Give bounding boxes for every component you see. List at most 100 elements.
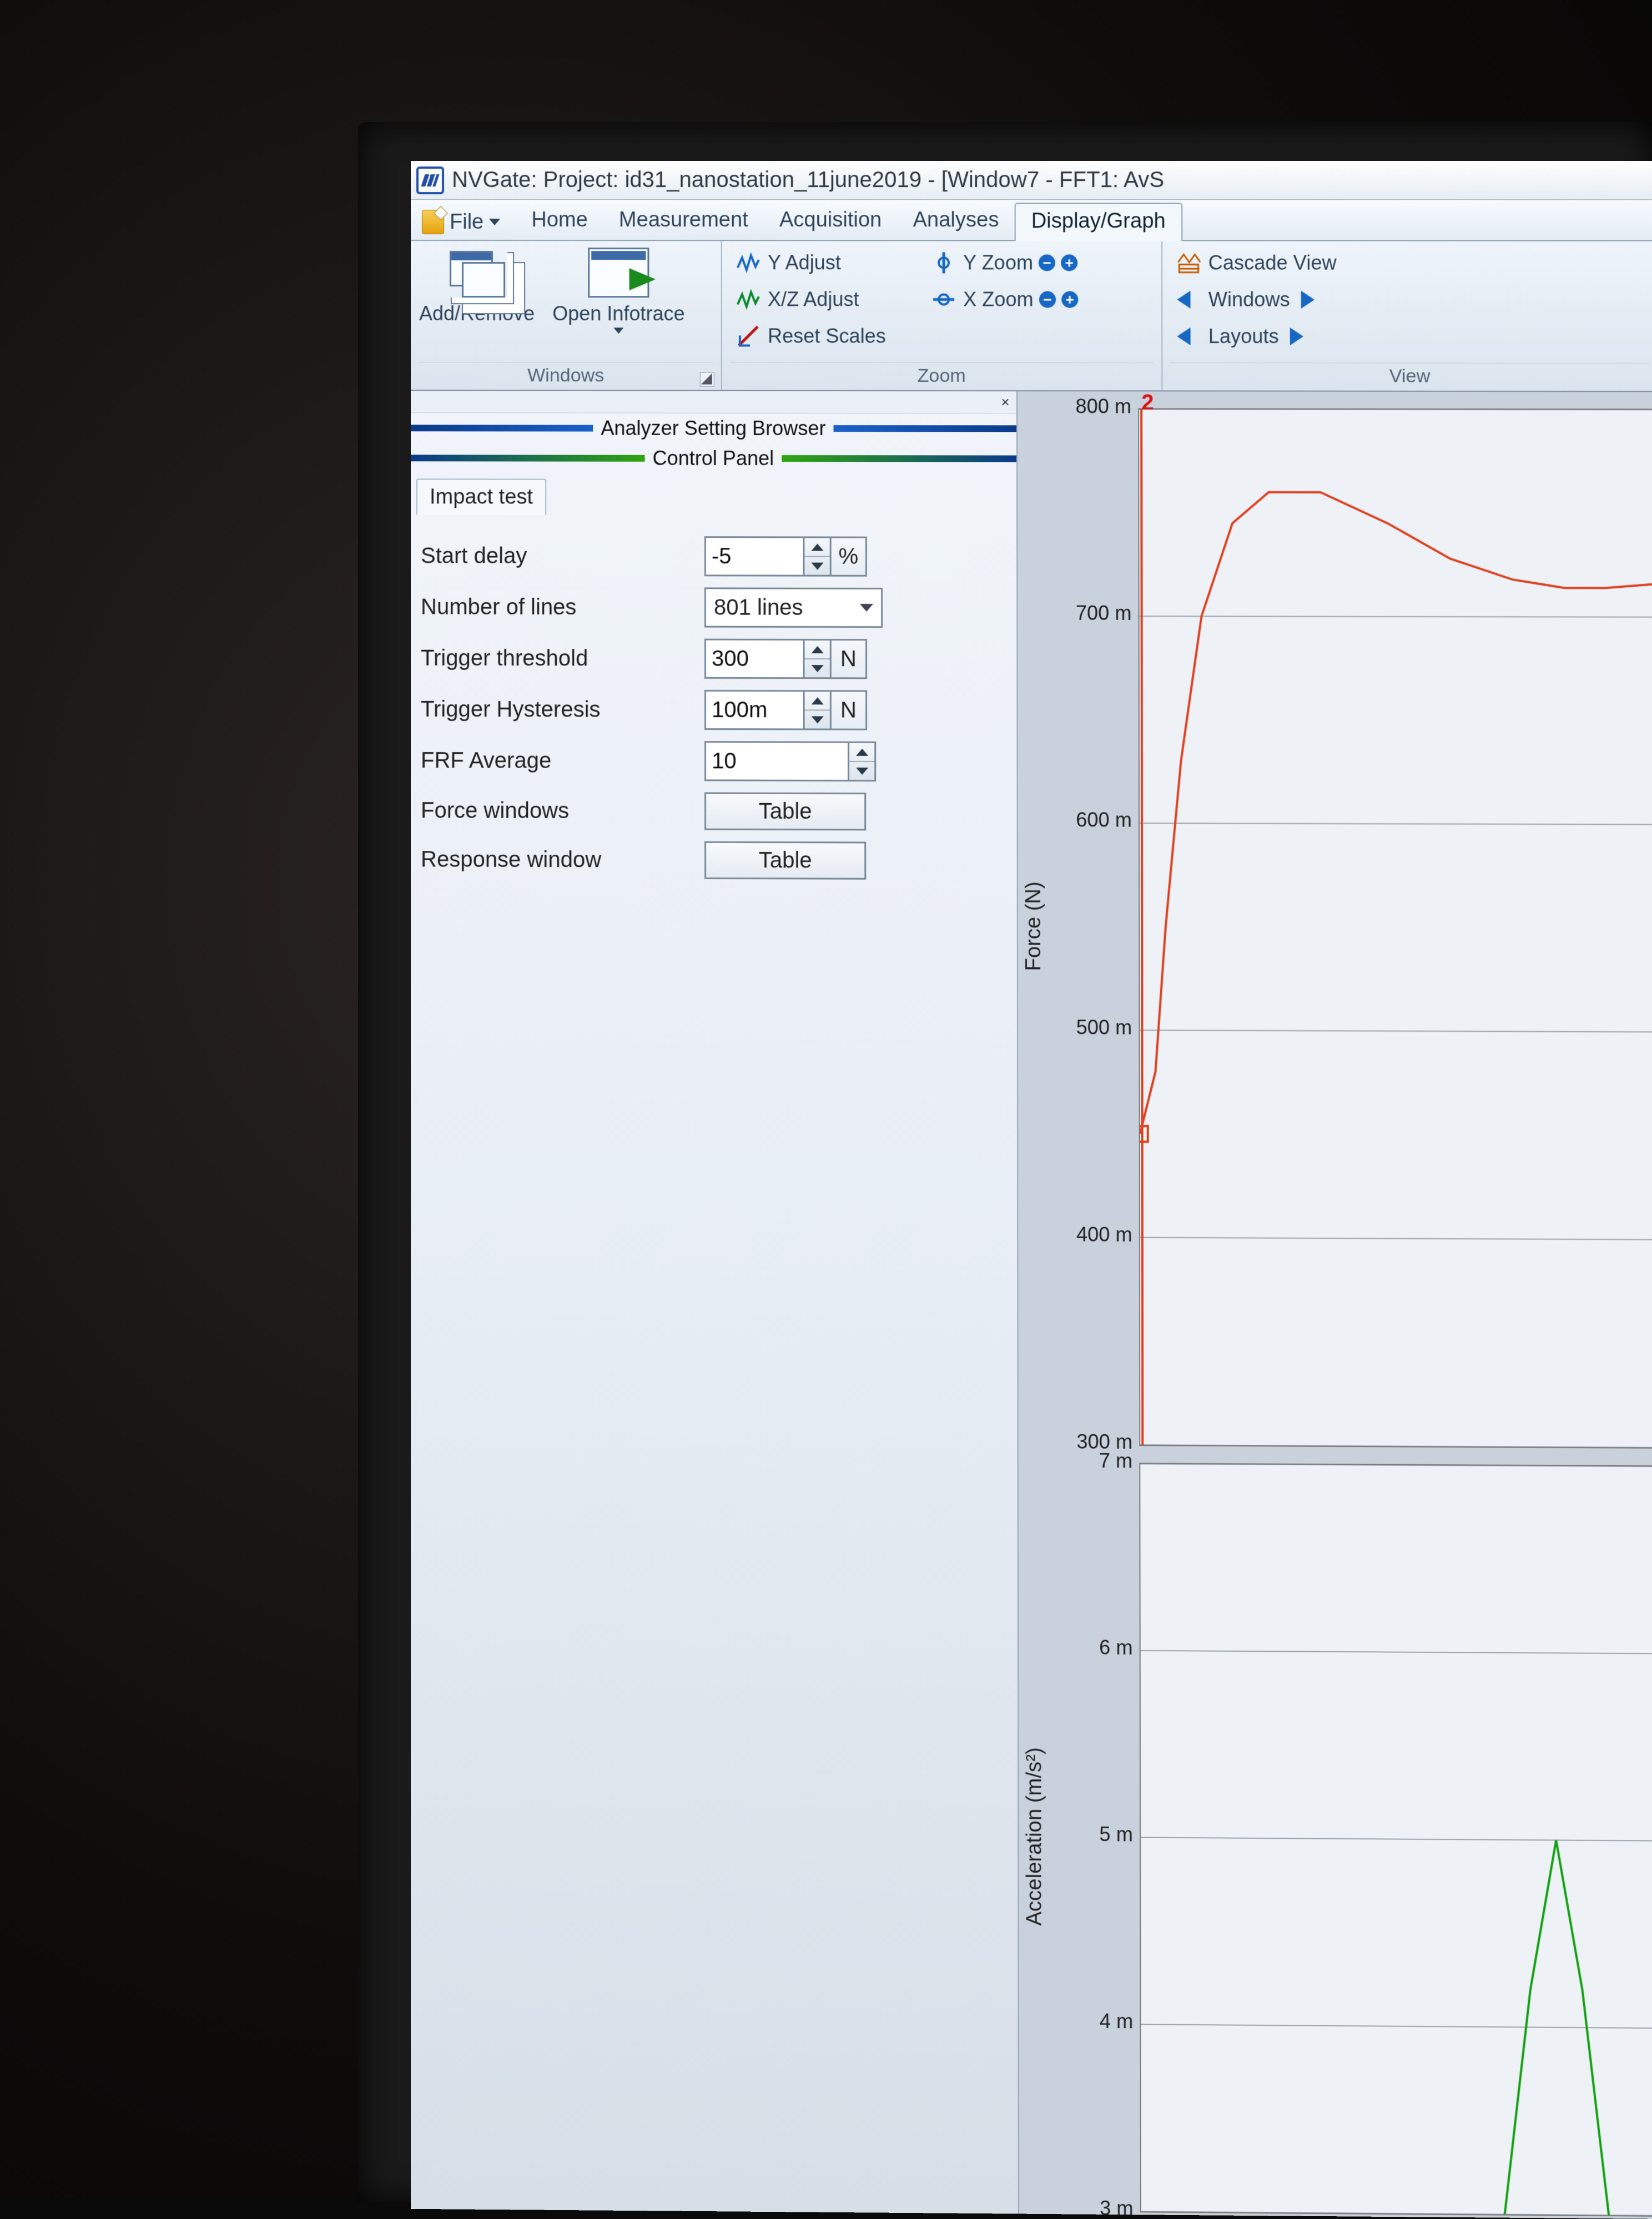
label-trigger-threshold: Trigger threshold — [421, 645, 704, 671]
arrow-right-icon — [1296, 288, 1314, 311]
tab-display-graph[interactable]: Display/Graph — [1015, 203, 1182, 241]
xz-adjust-label: X/Z Adjust — [768, 288, 859, 311]
accordion-label: Control Panel — [644, 447, 782, 470]
x-zoom-button[interactable]: X Zoom − + — [925, 281, 1154, 317]
open-infotrace-button[interactable]: Open Infotrace — [535, 244, 702, 337]
tab-home[interactable]: Home — [516, 203, 603, 240]
trigger-threshold-stepper[interactable] — [805, 639, 832, 679]
cascade-view-button[interactable]: Cascade View — [1170, 244, 1649, 281]
layouts-nav-label: Layouts — [1208, 325, 1279, 348]
infotrace-icon — [588, 248, 649, 297]
zoom-in-icon[interactable]: + — [1061, 291, 1078, 308]
frf-average-stepper[interactable] — [849, 742, 876, 781]
row-trigger-hysteresis: Trigger Hysteresis N — [421, 689, 1006, 730]
zoom-out-icon[interactable]: − — [1039, 291, 1056, 308]
chart-acceleration[interactable]: Acceleration (m/s²) 7 m6 m5 m4 m3 m — [1019, 1462, 1652, 2217]
windows-icon — [446, 248, 507, 297]
trigger-threshold-unit: N — [832, 639, 867, 679]
tab-analyses[interactable]: Analyses — [897, 203, 1014, 240]
y-zoom-label: Y Zoom — [963, 251, 1033, 274]
x-zoom-icon — [932, 288, 955, 311]
response-window-table-button[interactable]: Table — [704, 841, 866, 880]
zoom-out-icon[interactable]: − — [1039, 254, 1055, 271]
file-icon — [422, 210, 444, 234]
y-tick: 400 m — [1076, 1223, 1132, 1247]
row-response-window: Response window Table — [421, 840, 1007, 880]
impact-test-form: Start delay % Number of lines 801 lines — [411, 515, 1017, 901]
open-infotrace-label: Open Infotrace — [552, 302, 685, 325]
chart-force[interactable]: Force (N) 800 m700 m600 m500 m400 m300 m… — [1018, 408, 1652, 1449]
number-of-lines-select[interactable]: 801 lines — [704, 587, 883, 628]
trigger-hysteresis-stepper[interactable] — [805, 690, 832, 730]
row-start-delay: Start delay % — [421, 536, 1006, 577]
ribbon-group-zoom: Y Adjust X/Z Adjust Reset Scales — [722, 241, 1163, 390]
y-tick: 5 m — [1099, 1823, 1133, 1847]
layouts-nav-button[interactable]: Layouts — [1170, 318, 1649, 355]
y-adjust-icon — [737, 251, 760, 274]
y-ticks-force: 800 m700 m600 m500 m400 m300 m — [1049, 408, 1139, 1444]
start-delay-input[interactable] — [704, 536, 805, 576]
frf-average-input[interactable] — [704, 741, 849, 781]
tab-measurement[interactable]: Measurement — [603, 203, 764, 240]
windows-nav-button[interactable]: Windows — [1170, 281, 1649, 319]
y-tick: 500 m — [1076, 1016, 1132, 1040]
start-delay-stepper[interactable] — [804, 536, 831, 576]
ribbon: Add/Remove Open Infotrace Windows — [411, 241, 1652, 392]
accordion-analyzer-setting-browser[interactable]: Analyzer Setting Browser — [411, 413, 1016, 443]
workspace: × Analyzer Setting Browser Control Panel… — [411, 391, 1652, 2219]
y-tick: 4 m — [1100, 2010, 1134, 2034]
ribbon-group-windows: Add/Remove Open Infotrace Windows — [411, 241, 722, 390]
force-windows-table-button[interactable]: Table — [704, 792, 866, 830]
windows-nav-label: Windows — [1208, 288, 1290, 311]
cascade-view-label: Cascade View — [1208, 251, 1337, 275]
chevron-down-icon — [860, 604, 873, 612]
chevron-down-icon — [489, 219, 500, 225]
window-titlebar: NVGate: Project: id31_nanostation_11june… — [411, 161, 1652, 200]
row-force-windows: Force windows Table — [421, 791, 1007, 831]
label-frf-average: FRF Average — [421, 748, 704, 774]
trigger-hysteresis-unit: N — [832, 690, 867, 730]
pane-mini-titlebar: × — [411, 391, 1016, 413]
accordion-control-panel[interactable]: Control Panel — [411, 443, 1016, 473]
y-tick: 600 m — [1076, 809, 1132, 832]
row-number-of-lines: Number of lines 801 lines — [421, 587, 1006, 628]
y-tick: 6 m — [1099, 1636, 1133, 1660]
y-adjust-button[interactable]: Y Adjust — [730, 244, 925, 281]
reset-scales-button[interactable]: Reset Scales — [730, 317, 925, 354]
left-pane: × Analyzer Setting Browser Control Panel… — [411, 391, 1019, 2213]
plot-acceleration[interactable] — [1139, 1462, 1652, 2216]
add-remove-label: Add/Remove — [419, 302, 535, 325]
close-icon[interactable]: × — [998, 395, 1013, 410]
add-remove-button[interactable]: Add/Remove — [419, 244, 535, 329]
y-zoom-button[interactable]: Y Zoom − + — [925, 244, 1154, 281]
arrow-right-icon — [1285, 325, 1303, 348]
xz-adjust-icon — [737, 288, 760, 311]
xz-adjust-button[interactable]: X/Z Adjust — [730, 281, 925, 317]
trigger-hysteresis-input[interactable] — [704, 690, 805, 730]
chevron-down-icon — [613, 327, 623, 334]
zoom-in-icon[interactable]: + — [1061, 254, 1077, 271]
plot-force[interactable]: 2 — [1138, 408, 1652, 1449]
ribbon-group-view: Cascade View Windows Layouts View — [1162, 241, 1652, 391]
tab-impact-test[interactable]: Impact test — [416, 478, 546, 515]
reset-scales-label: Reset Scales — [768, 324, 886, 347]
tab-acquisition[interactable]: Acquisition — [764, 203, 898, 240]
file-menu-button[interactable]: File — [416, 205, 510, 240]
reset-scales-icon — [737, 324, 760, 347]
cascade-icon — [1177, 251, 1200, 275]
trigger-threshold-input[interactable] — [704, 639, 805, 679]
group-expander-icon[interactable] — [700, 372, 714, 387]
x-zoom-label: X Zoom — [963, 288, 1034, 311]
arrow-left-icon — [1177, 288, 1200, 311]
y-zoom-icon — [932, 251, 955, 274]
y-tick: 7 m — [1099, 1449, 1133, 1473]
app-icon — [416, 167, 444, 194]
start-delay-unit: % — [832, 537, 867, 577]
row-frf-average: FRF Average — [421, 740, 1006, 782]
label-trigger-hysteresis: Trigger Hysteresis — [421, 697, 704, 722]
ribbon-group-label-view: View — [1170, 362, 1649, 389]
window-title: NVGate: Project: id31_nanostation_11june… — [452, 168, 1652, 193]
number-of-lines-value: 801 lines — [714, 595, 803, 620]
row-trigger-threshold: Trigger threshold N — [421, 638, 1006, 679]
file-menu-label: File — [450, 210, 483, 234]
